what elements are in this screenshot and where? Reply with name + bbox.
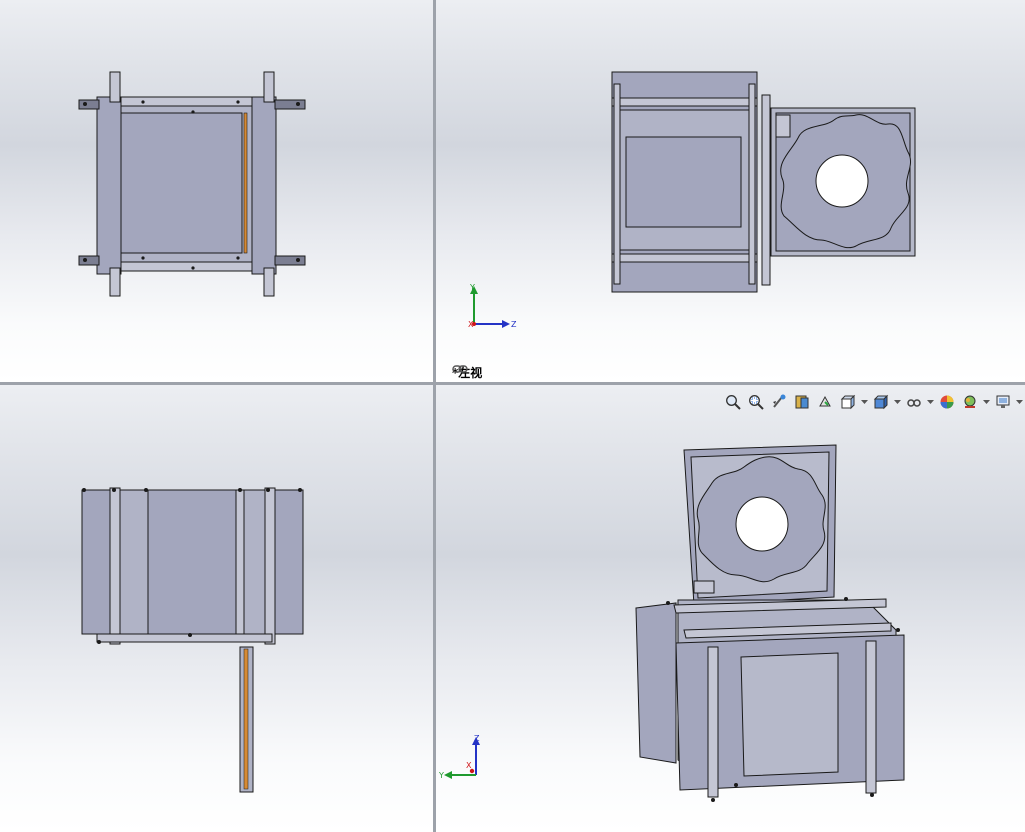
link-icon	[452, 365, 468, 373]
top-view-viewport[interactable]	[0, 0, 433, 382]
viewport-splitter-vertical[interactable]	[433, 0, 436, 832]
top-view-model[interactable]	[0, 0, 433, 382]
triad-x-label: X	[468, 320, 474, 329]
front-view-model[interactable]	[0, 385, 433, 832]
isometric-view-viewport[interactable]: Z Y X	[436, 385, 1025, 832]
front-view-viewport[interactable]	[0, 385, 433, 832]
triad-z-label: Z	[474, 734, 480, 743]
view-name-label: *左视	[452, 364, 482, 380]
isometric-view-model[interactable]	[436, 385, 1025, 832]
triad-y-label: Y	[469, 283, 475, 292]
triad-z-label: Z	[511, 320, 517, 329]
triad-y-label: Y	[438, 771, 444, 780]
left-view-viewport[interactable]: Y Z X *左视	[436, 0, 1025, 382]
triad-x-label: X	[466, 761, 472, 770]
viewport-splitter-horizontal[interactable]	[0, 382, 1025, 385]
axis-triad: Y Z X	[468, 283, 517, 329]
axis-triad: Z Y X	[438, 734, 480, 780]
